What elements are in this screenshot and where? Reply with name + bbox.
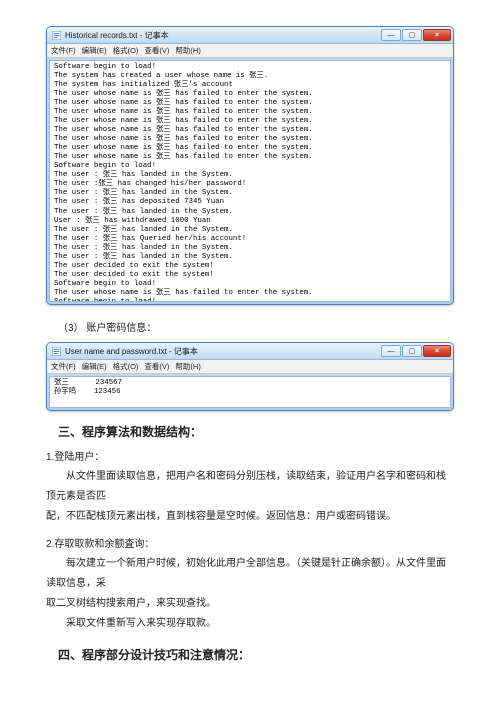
notepad-window-historical: Historical records.txt - 记事本 — ▢ × 文件(F)…	[46, 26, 454, 305]
menu-help[interactable]: 帮助(H)	[175, 45, 200, 56]
menu-format[interactable]: 格式(O)	[113, 361, 139, 372]
minimize-button[interactable]: —	[381, 29, 401, 41]
menu-help[interactable]: 帮助(H)	[175, 361, 200, 372]
notepad-icon	[52, 31, 61, 40]
window-title: Historical records.txt - 记事本	[65, 30, 380, 41]
section-3-heading: 三、程序算法和数据结构：	[58, 423, 454, 440]
item-2-line2: 取二叉树结构搜索用户，来实现查找。	[46, 594, 454, 614]
window-title: User name and password.txt - 记事本	[65, 346, 380, 357]
item-1-heading: 1.登陆用户：	[46, 448, 454, 463]
menu-file[interactable]: 文件(F)	[51, 361, 76, 372]
menu-edit[interactable]: 编辑(E)	[82, 45, 107, 56]
titlebar[interactable]: Historical records.txt - 记事本 — ▢ ×	[47, 27, 453, 44]
menu-file[interactable]: 文件(F)	[51, 45, 76, 56]
close-button[interactable]: ×	[423, 29, 451, 41]
menu-format[interactable]: 格式(O)	[113, 45, 139, 56]
window-controls: — ▢ ×	[380, 345, 451, 357]
item-1-line2: 配，不匹配栈顶元素出栈，直到栈容量是空时候。返回信息：用户或密码错误。	[46, 507, 454, 527]
item-1-line1: 从文件里面读取信息，把用户名和密码分别压栈，读取结束，验证用户名字和密码和栈顶元…	[46, 467, 454, 507]
item-2-line3: 采取文件重新写入来实现存取款。	[46, 614, 454, 634]
notepad-icon	[52, 347, 61, 356]
menubar: 文件(F) 编辑(E) 格式(O) 查看(V) 帮助(H)	[47, 360, 453, 374]
subcaption-3: （3） 账户密码信息：	[58, 319, 454, 334]
menu-view[interactable]: 查看(V)	[144, 45, 169, 56]
item-2-heading: 2.存取取款和余额査询：	[46, 535, 454, 550]
window-controls: — ▢ ×	[380, 29, 451, 41]
menu-view[interactable]: 查看(V)	[144, 361, 169, 372]
notepad-text-area[interactable]: 张三 234567 孙宇鸣 123456	[49, 376, 451, 408]
content-wrap: 张三 234567 孙宇鸣 123456	[47, 374, 453, 410]
maximize-button[interactable]: ▢	[402, 29, 422, 41]
notepad-text-area[interactable]: Software begin to load! The system has c…	[49, 60, 451, 302]
menu-edit[interactable]: 编辑(E)	[82, 361, 107, 372]
minimize-button[interactable]: —	[381, 345, 401, 357]
item-2-line1: 每次建立一个新用户时候，初始化此用户全部信息。（关键是针正确余额）。从文件里面读…	[46, 554, 454, 594]
titlebar[interactable]: User name and password.txt - 记事本 — ▢ ×	[47, 343, 453, 360]
close-button[interactable]: ×	[423, 345, 451, 357]
section-4-heading: 四、程序部分设计技巧和注意情况：	[58, 646, 454, 663]
notepad-window-password: User name and password.txt - 记事本 — ▢ × 文…	[46, 342, 454, 411]
content-wrap: Software begin to load! The system has c…	[47, 58, 453, 304]
maximize-button[interactable]: ▢	[402, 345, 422, 357]
menubar: 文件(F) 编辑(E) 格式(O) 查看(V) 帮助(H)	[47, 44, 453, 58]
